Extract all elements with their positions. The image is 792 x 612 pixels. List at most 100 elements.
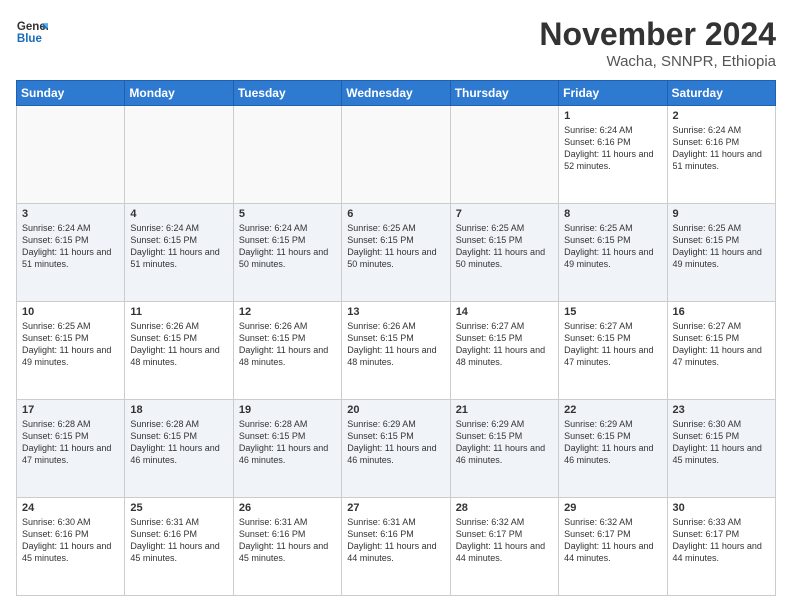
calendar-week-row-4: 24 Sunrise: 6:30 AM Sunset: 6:16 PM Dayli… bbox=[17, 498, 776, 596]
calendar-cell: 8 Sunrise: 6:25 AM Sunset: 6:15 PM Daylig… bbox=[559, 204, 667, 302]
day-number: 16 bbox=[673, 306, 770, 318]
day-number: 28 bbox=[456, 502, 553, 514]
calendar-week-row-1: 3 Sunrise: 6:24 AM Sunset: 6:15 PM Daylig… bbox=[17, 204, 776, 302]
calendar-cell: 25 Sunrise: 6:31 AM Sunset: 6:16 PM Dayli… bbox=[125, 498, 233, 596]
calendar-cell: 14Sunrise: 6:27 AM Sunset: 6:15 PM Dayli… bbox=[450, 302, 558, 400]
svg-text:Blue: Blue bbox=[17, 33, 43, 45]
day-number: 30 bbox=[673, 502, 770, 514]
day-info: Sunrise: 6:24 AM Sunset: 6:16 PM Dayligh… bbox=[564, 124, 661, 173]
day-info: Sunrise: 6:26 AM Sunset: 6:15 PM Dayligh… bbox=[347, 320, 444, 369]
month-title: November 2024 bbox=[539, 16, 776, 53]
day-info: Sunrise: 6:26 AM Sunset: 6:15 PM Dayligh… bbox=[239, 320, 336, 369]
calendar-cell bbox=[125, 106, 233, 204]
day-info: Sunrise: 6:32 AM Sunset: 6:17 PM Dayligh… bbox=[564, 516, 661, 565]
day-info: Sunrise: 6:25 AM Sunset: 6:15 PM Dayligh… bbox=[22, 320, 119, 369]
calendar-cell: 17Sunrise: 6:28 AM Sunset: 6:15 PM Dayli… bbox=[17, 400, 125, 498]
day-info: Sunrise: 6:29 AM Sunset: 6:15 PM Dayligh… bbox=[347, 418, 444, 467]
day-number: 6 bbox=[347, 208, 444, 220]
calendar-header-row: SundayMondayTuesdayWednesdayThursdayFrid… bbox=[17, 81, 776, 106]
day-number: 13 bbox=[347, 306, 444, 318]
calendar-cell: 7 Sunrise: 6:25 AM Sunset: 6:15 PM Daylig… bbox=[450, 204, 558, 302]
calendar-cell bbox=[233, 106, 341, 204]
calendar-cell: 2 Sunrise: 6:24 AM Sunset: 6:16 PM Daylig… bbox=[667, 106, 775, 204]
day-info: Sunrise: 6:24 AM Sunset: 6:15 PM Dayligh… bbox=[22, 222, 119, 271]
calendar-cell bbox=[342, 106, 450, 204]
day-number: 7 bbox=[456, 208, 553, 220]
day-number: 27 bbox=[347, 502, 444, 514]
title-block: November 2024 Wacha, SNNPR, Ethiopia bbox=[539, 16, 776, 70]
calendar-cell: 9 Sunrise: 6:25 AM Sunset: 6:15 PM Daylig… bbox=[667, 204, 775, 302]
page: General Blue November 2024 Wacha, SNNPR,… bbox=[0, 0, 792, 612]
calendar-cell: 26 Sunrise: 6:31 AM Sunset: 6:16 PM Dayli… bbox=[233, 498, 341, 596]
calendar-week-row-2: 10 Sunrise: 6:25 AM Sunset: 6:15 PM Dayli… bbox=[17, 302, 776, 400]
day-number: 4 bbox=[130, 208, 227, 220]
day-info: Sunrise: 6:31 AM Sunset: 6:16 PM Dayligh… bbox=[239, 516, 336, 565]
calendar-cell: 19 Sunrise: 6:28 AM Sunset: 6:15 PM Dayli… bbox=[233, 400, 341, 498]
day-info: Sunrise: 6:31 AM Sunset: 6:16 PM Dayligh… bbox=[130, 516, 227, 565]
calendar-cell: 30 Sunrise: 6:33 AM Sunset: 6:17 PM Dayli… bbox=[667, 498, 775, 596]
day-info: Sunrise: 6:28 AM Sunset: 6:15 PM Dayligh… bbox=[130, 418, 227, 467]
calendar-header-monday: Monday bbox=[125, 81, 233, 106]
calendar-header-sunday: Sunday bbox=[17, 81, 125, 106]
calendar-cell: 23 Sunrise: 6:30 AM Sunset: 6:15 PM Dayli… bbox=[667, 400, 775, 498]
day-info: Sunrise: 6:28 AM Sunset: 6:15 PM Dayligh… bbox=[239, 418, 336, 467]
day-number: 10 bbox=[22, 306, 119, 318]
day-number: 2 bbox=[673, 110, 770, 122]
calendar-header-tuesday: Tuesday bbox=[233, 81, 341, 106]
calendar-header-friday: Friday bbox=[559, 81, 667, 106]
day-info: Sunrise: 6:25 AM Sunset: 6:15 PM Dayligh… bbox=[564, 222, 661, 271]
calendar-header-thursday: Thursday bbox=[450, 81, 558, 106]
day-info: Sunrise: 6:33 AM Sunset: 6:17 PM Dayligh… bbox=[673, 516, 770, 565]
calendar-cell: 13 Sunrise: 6:26 AM Sunset: 6:15 PM Dayli… bbox=[342, 302, 450, 400]
day-number: 22 bbox=[564, 404, 661, 416]
logo: General Blue bbox=[16, 16, 48, 48]
logo-icon: General Blue bbox=[16, 16, 48, 48]
calendar-cell: 24 Sunrise: 6:30 AM Sunset: 6:16 PM Dayli… bbox=[17, 498, 125, 596]
day-info: Sunrise: 6:24 AM Sunset: 6:15 PM Dayligh… bbox=[130, 222, 227, 271]
day-number: 19 bbox=[239, 404, 336, 416]
day-info: Sunrise: 6:28 AM Sunset: 6:15 PM Dayligh… bbox=[22, 418, 119, 467]
calendar-table: SundayMondayTuesdayWednesdayThursdayFrid… bbox=[16, 80, 776, 596]
day-number: 25 bbox=[130, 502, 227, 514]
calendar-week-row-0: 1Sunrise: 6:24 AM Sunset: 6:16 PM Daylig… bbox=[17, 106, 776, 204]
day-info: Sunrise: 6:30 AM Sunset: 6:16 PM Dayligh… bbox=[22, 516, 119, 565]
calendar-cell: 22Sunrise: 6:29 AM Sunset: 6:15 PM Dayli… bbox=[559, 400, 667, 498]
calendar-cell: 27Sunrise: 6:31 AM Sunset: 6:16 PM Dayli… bbox=[342, 498, 450, 596]
day-info: Sunrise: 6:24 AM Sunset: 6:16 PM Dayligh… bbox=[673, 124, 770, 173]
calendar-cell: 5 Sunrise: 6:24 AM Sunset: 6:15 PM Daylig… bbox=[233, 204, 341, 302]
day-info: Sunrise: 6:25 AM Sunset: 6:15 PM Dayligh… bbox=[456, 222, 553, 271]
day-info: Sunrise: 6:30 AM Sunset: 6:15 PM Dayligh… bbox=[673, 418, 770, 467]
calendar-cell: 4 Sunrise: 6:24 AM Sunset: 6:15 PM Daylig… bbox=[125, 204, 233, 302]
day-number: 8 bbox=[564, 208, 661, 220]
day-info: Sunrise: 6:27 AM Sunset: 6:15 PM Dayligh… bbox=[673, 320, 770, 369]
day-number: 26 bbox=[239, 502, 336, 514]
day-number: 20 bbox=[347, 404, 444, 416]
day-number: 29 bbox=[564, 502, 661, 514]
location: Wacha, SNNPR, Ethiopia bbox=[539, 53, 776, 70]
day-number: 24 bbox=[22, 502, 119, 514]
calendar-cell: 3 Sunrise: 6:24 AM Sunset: 6:15 PM Daylig… bbox=[17, 204, 125, 302]
calendar-cell: 21Sunrise: 6:29 AM Sunset: 6:15 PM Dayli… bbox=[450, 400, 558, 498]
calendar-header-saturday: Saturday bbox=[667, 81, 775, 106]
day-number: 5 bbox=[239, 208, 336, 220]
day-info: Sunrise: 6:25 AM Sunset: 6:15 PM Dayligh… bbox=[347, 222, 444, 271]
day-info: Sunrise: 6:32 AM Sunset: 6:17 PM Dayligh… bbox=[456, 516, 553, 565]
day-info: Sunrise: 6:25 AM Sunset: 6:15 PM Dayligh… bbox=[673, 222, 770, 271]
header: General Blue November 2024 Wacha, SNNPR,… bbox=[16, 16, 776, 70]
calendar-cell: 11 Sunrise: 6:26 AM Sunset: 6:15 PM Dayli… bbox=[125, 302, 233, 400]
day-info: Sunrise: 6:24 AM Sunset: 6:15 PM Dayligh… bbox=[239, 222, 336, 271]
day-info: Sunrise: 6:26 AM Sunset: 6:15 PM Dayligh… bbox=[130, 320, 227, 369]
day-number: 14 bbox=[456, 306, 553, 318]
calendar-cell bbox=[450, 106, 558, 204]
calendar-cell: 29 Sunrise: 6:32 AM Sunset: 6:17 PM Dayli… bbox=[559, 498, 667, 596]
day-number: 3 bbox=[22, 208, 119, 220]
day-number: 11 bbox=[130, 306, 227, 318]
day-info: Sunrise: 6:27 AM Sunset: 6:15 PM Dayligh… bbox=[564, 320, 661, 369]
calendar-cell: 10 Sunrise: 6:25 AM Sunset: 6:15 PM Dayli… bbox=[17, 302, 125, 400]
day-number: 12 bbox=[239, 306, 336, 318]
calendar-cell: 1Sunrise: 6:24 AM Sunset: 6:16 PM Daylig… bbox=[559, 106, 667, 204]
day-number: 23 bbox=[673, 404, 770, 416]
day-number: 9 bbox=[673, 208, 770, 220]
calendar-header-wednesday: Wednesday bbox=[342, 81, 450, 106]
calendar-cell: 16 Sunrise: 6:27 AM Sunset: 6:15 PM Dayli… bbox=[667, 302, 775, 400]
